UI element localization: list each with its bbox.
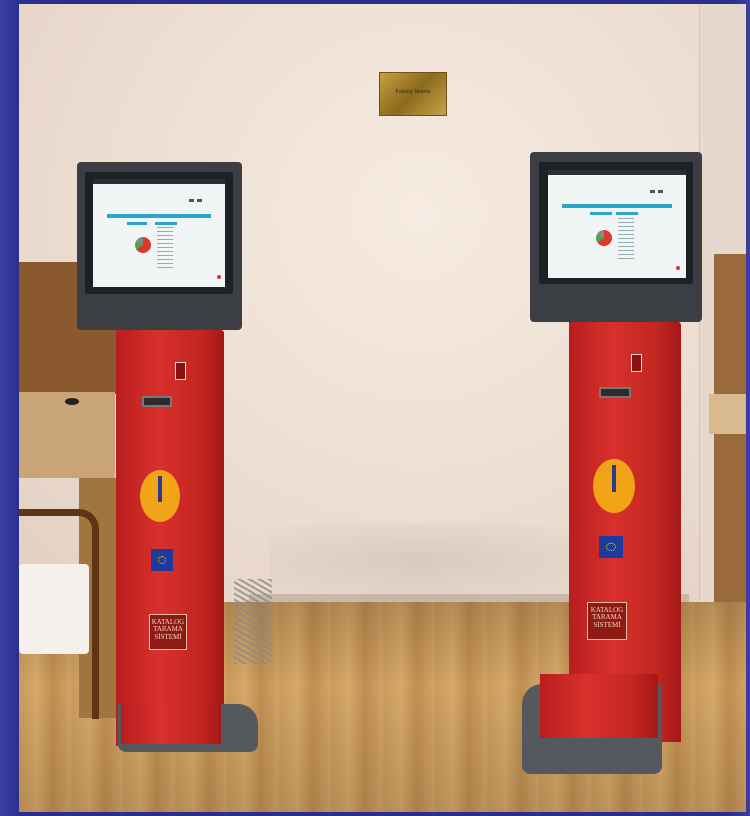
kiosk-right-library-logo [593,459,635,513]
kiosk-right-sticker [631,354,642,372]
kiosk-right-body-lower [540,674,658,738]
kiosk-left-screen[interactable] [93,179,225,287]
kiosk-left-card-slot[interactable] [142,396,172,407]
kiosk-right-eu-flag [599,536,623,558]
kiosk-left-eu-flag [151,549,173,571]
screen-button [658,190,663,193]
screen-topbar [93,179,225,184]
kiosk-left-body-lower [121,704,221,744]
screen-banner [562,204,672,208]
screen-button [189,199,194,202]
photo: Katalog Tarama KATALOG TARAMA SİSTEMİ KA… [19,4,746,812]
screen-banner [107,214,211,218]
wall-sign: Katalog Tarama [379,72,447,116]
kiosk-left-panel-plate: KATALOG TARAMA SİSTEMİ [149,614,187,650]
right-desk-surface [709,394,746,434]
screen-tab [127,222,147,225]
screen-pie-chart [596,230,612,246]
kiosk-left-body [116,330,224,746]
screen-corner-dot [676,266,680,270]
wall-stain [269,524,569,594]
screen-button [650,190,655,193]
desk-cable-hole [65,398,79,405]
kiosk-right-panel-plate: KATALOG TARAMA SİSTEMİ [587,602,627,640]
kiosk-left-sticker [175,362,186,380]
panel-text-line: SİSTEMİ [593,620,621,629]
kiosk-right-screen[interactable] [548,170,686,278]
wall-sign-text: Katalog Tarama [395,89,431,95]
screen-legend-lines [157,227,173,271]
screen-legend-lines [618,218,634,262]
right-cabinet [714,254,746,654]
screen-tab [590,212,612,215]
screen-corner-dot [217,275,221,279]
chair-frame [19,509,99,719]
cables [234,579,272,664]
kiosk-right-card-slot[interactable] [599,387,631,398]
screen-button [197,199,202,202]
screen-pie-chart [135,237,151,253]
desk-top [19,392,115,478]
screen-tab [155,222,177,225]
panel-text-line: SİSTEMİ [154,632,182,641]
kiosk-left-library-logo [140,470,180,522]
screen-topbar [548,170,686,175]
screen-tab [616,212,638,215]
